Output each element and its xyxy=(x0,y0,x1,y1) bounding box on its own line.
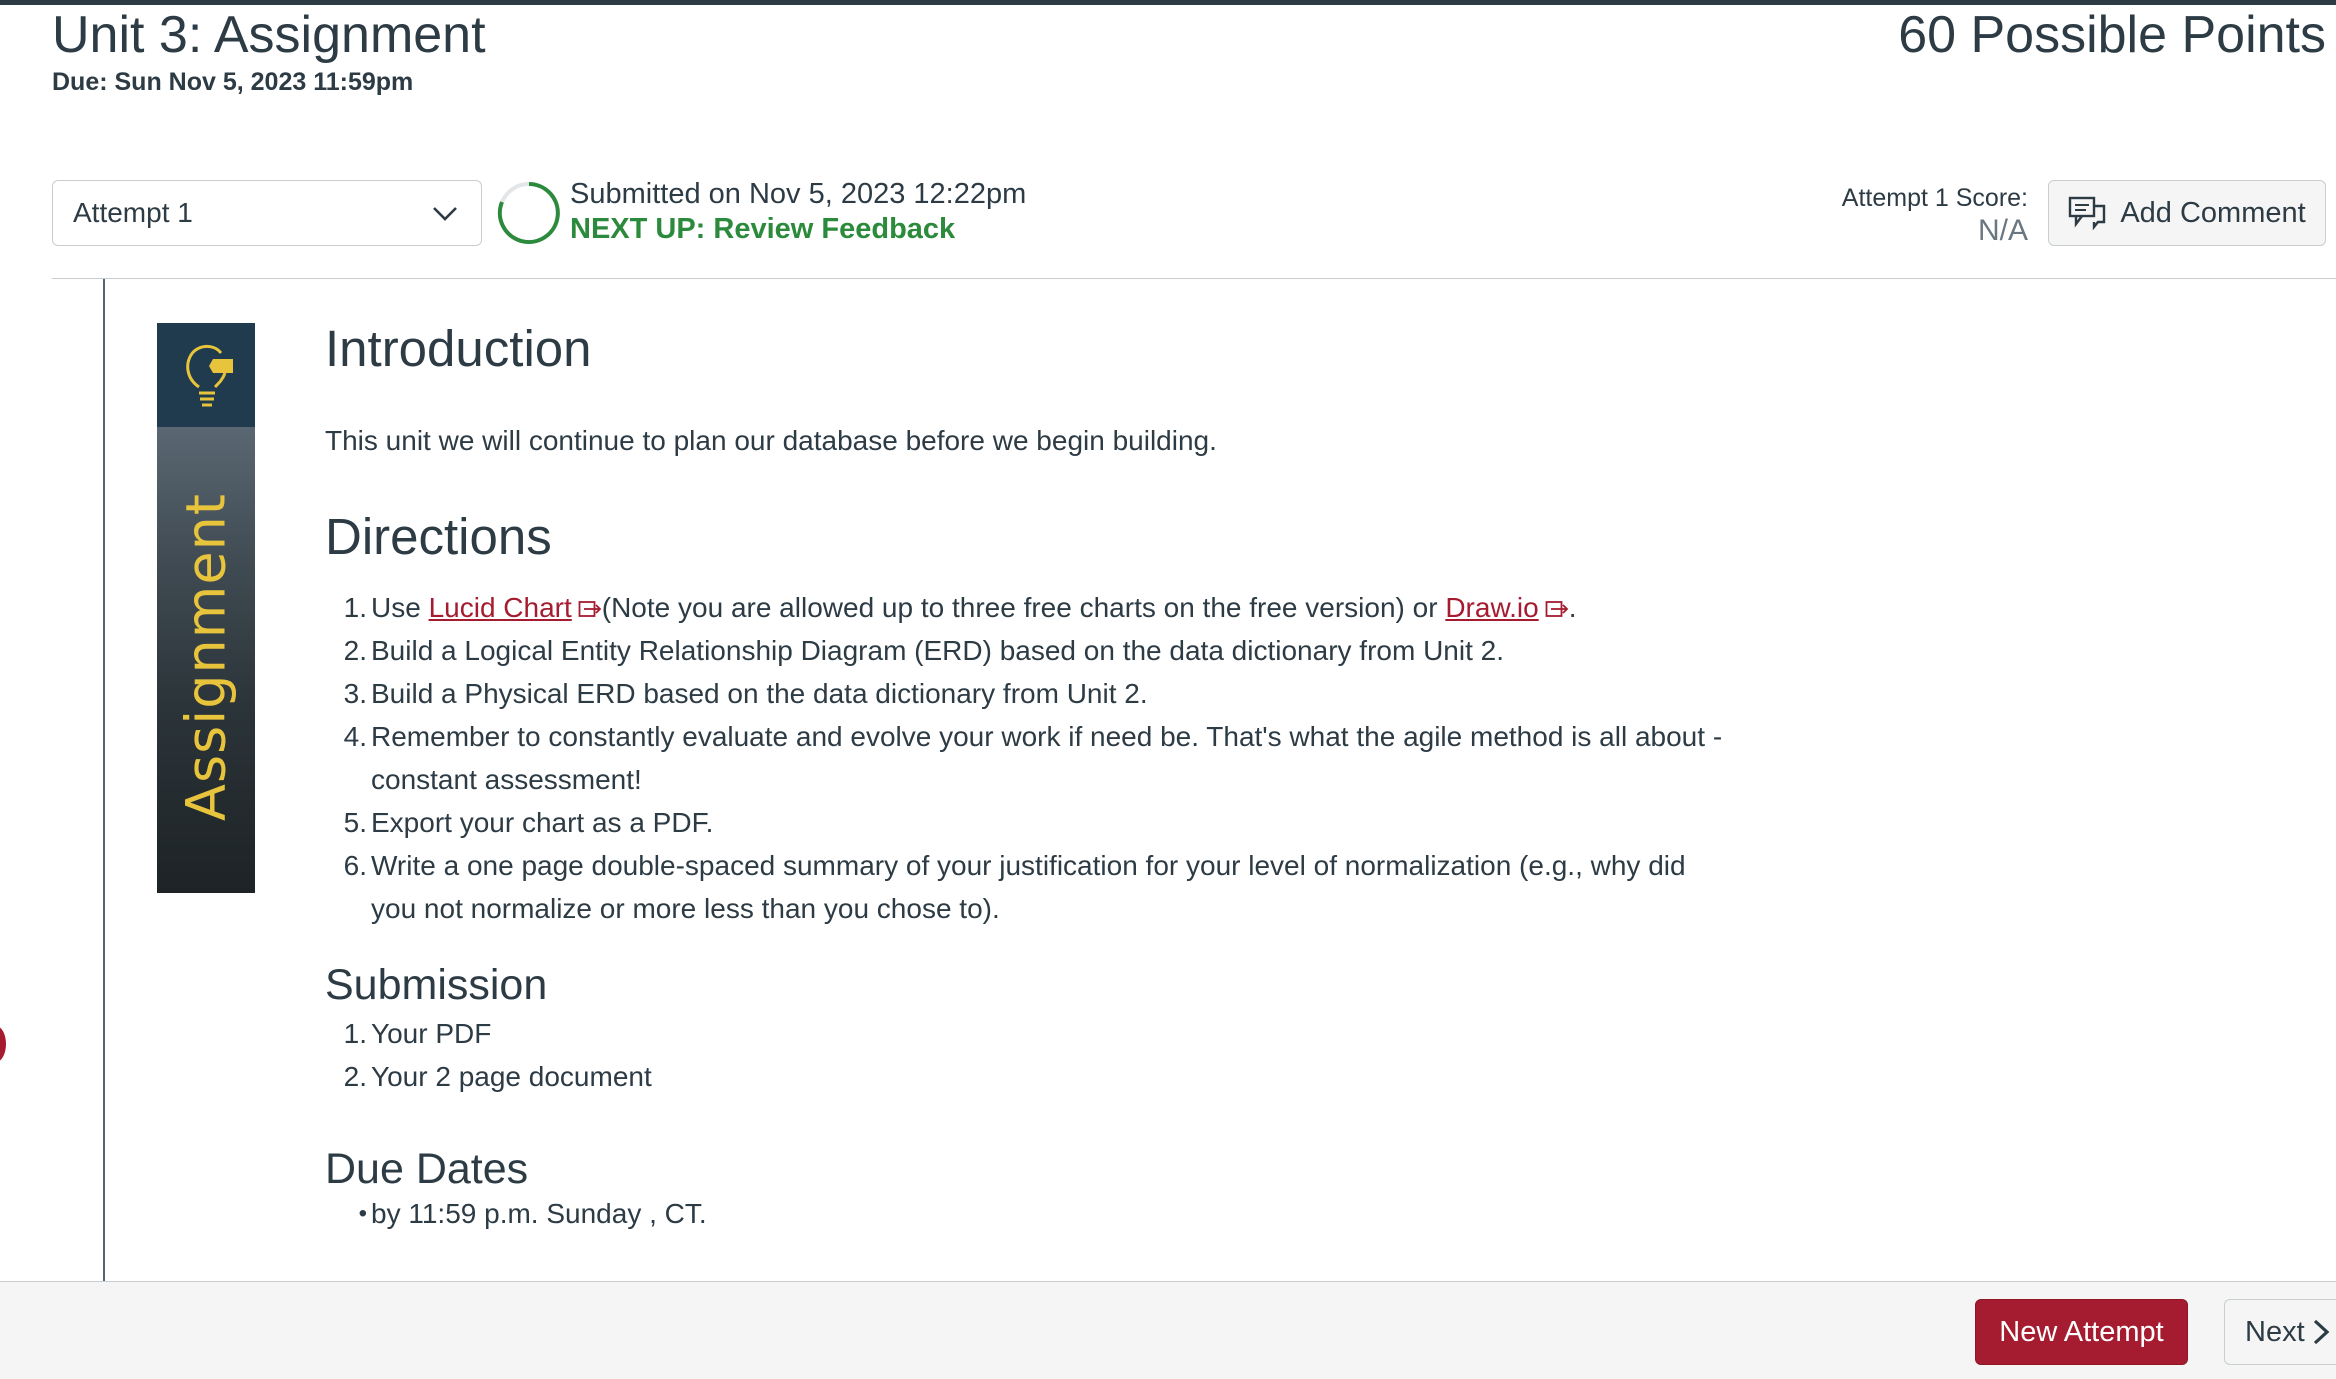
assignment-banner-image: Assignment xyxy=(157,323,255,893)
next-up-text: NEXT UP: Review Feedback xyxy=(570,213,956,245)
attempt-score-value: N/A xyxy=(1977,214,2028,247)
draw-io-link[interactable]: Draw.io xyxy=(1445,592,1538,623)
list-item: 5. Export your chart as a PDF. xyxy=(343,807,714,838)
list-item: 2. Build a Logical Entity Relationship Di… xyxy=(343,635,1505,666)
assignment-content: Assignment Introduction This unit we wil… xyxy=(103,279,2336,1281)
next-button-label: Next xyxy=(2245,1315,2305,1348)
attempt-select[interactable]: Attempt 1 xyxy=(52,180,482,246)
chevron-right-icon xyxy=(2313,1319,2330,1345)
attempt-score-label: Attempt 1 Score: xyxy=(1841,184,2028,212)
attempt-select-value: Attempt 1 xyxy=(73,197,193,228)
external-link-icon xyxy=(578,601,602,617)
next-button[interactable]: Next xyxy=(2224,1299,2336,1365)
progress-ring-icon xyxy=(497,182,560,244)
directions-heading: Directions xyxy=(325,508,552,565)
due-dates-heading: Due Dates xyxy=(325,1145,529,1193)
intro-heading: Introduction xyxy=(325,320,592,377)
list-item: 2. Your 2 page document xyxy=(343,1061,652,1092)
directions-list: 1. Use Lucid Chart (Note you are allowed u… xyxy=(343,586,1881,930)
lucid-chart-link[interactable]: Lucid Chart xyxy=(429,592,572,623)
add-comment-button[interactable]: Add Comment xyxy=(2048,180,2326,246)
submitted-status: Submitted on Nov 5, 2023 12:22pm xyxy=(570,178,1027,210)
submission-heading: Submission xyxy=(325,961,548,1009)
due-date: Due: Sun Nov 5, 2023 11:59pm xyxy=(52,68,414,96)
due-dates-list: • by 11:59 p.m. Sunday , CT. xyxy=(358,1192,707,1235)
new-attempt-button[interactable]: New Attempt xyxy=(1975,1299,2188,1365)
intro-text: This unit we will continue to plan our d… xyxy=(325,425,1217,456)
possible-points: 60 Possible Points xyxy=(1898,6,2326,64)
page-title: Unit 3: Assignment xyxy=(52,6,486,64)
lightbulb-icon xyxy=(186,345,233,407)
comment-icon xyxy=(2069,196,2106,230)
chevron-down-icon xyxy=(433,207,457,221)
add-comment-label: Add Comment xyxy=(2120,196,2306,229)
list-item: 6. Write a one page double-spaced summary… xyxy=(343,850,1686,924)
list-item: • by 11:59 p.m. Sunday , CT. xyxy=(358,1198,707,1229)
submission-list: 1. Your PDF 2. Your 2 page document xyxy=(343,1012,652,1098)
notification-indicator[interactable] xyxy=(0,1026,6,1062)
list-item: 3. Build a Physical ERD based on the data… xyxy=(343,678,1148,709)
list-item: 1. Your PDF xyxy=(343,1018,492,1049)
external-link-icon xyxy=(1545,601,1568,617)
list-item: 1. Use Lucid Chart (Note you are allowed u… xyxy=(343,592,1577,623)
banner-word: Assignment xyxy=(174,493,238,821)
list-item: 4. Remember to constantly evaluate and ev… xyxy=(343,721,1723,795)
